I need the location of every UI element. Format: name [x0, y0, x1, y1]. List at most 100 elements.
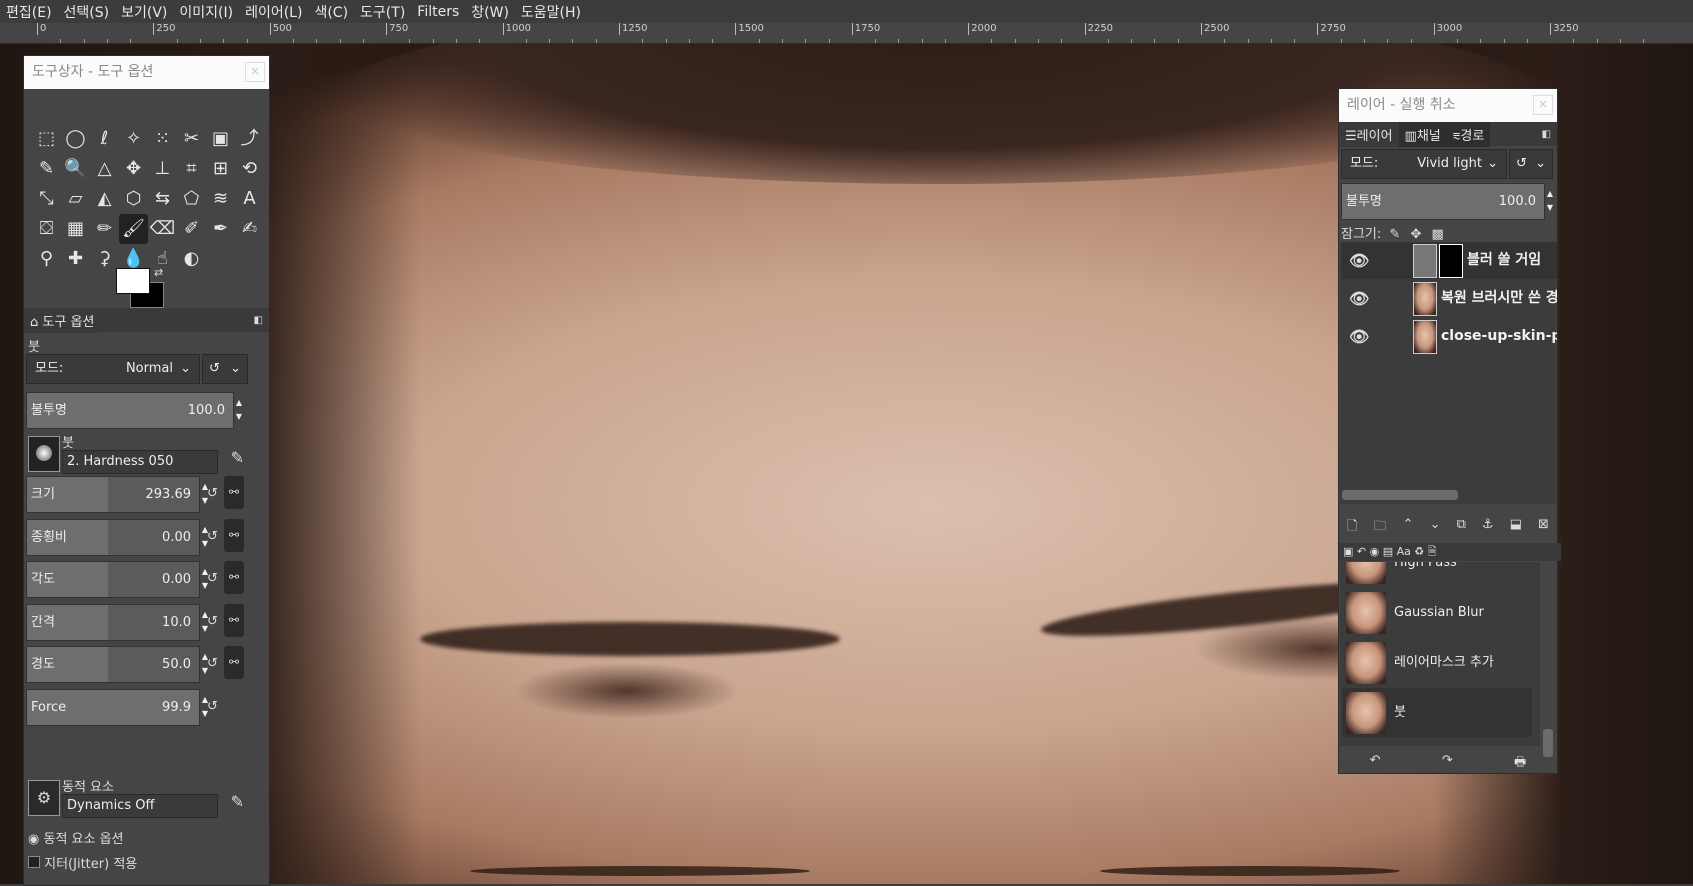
- reset-icon[interactable]: ↺: [207, 656, 218, 671]
- menu-item[interactable]: Filters: [411, 4, 465, 20]
- tab-channels[interactable]: ▥채널: [1398, 121, 1447, 147]
- shear-icon[interactable]: ▱: [61, 184, 90, 214]
- spin-arrows-icon[interactable]: ▲ ▼: [236, 396, 242, 424]
- mypaint-brush-icon[interactable]: ✍: [235, 214, 264, 244]
- warp-icon[interactable]: ≋: [206, 184, 235, 214]
- link-icon[interactable]: ⚯: [224, 603, 244, 637]
- layer-list-scrollbar[interactable]: [1342, 490, 1458, 500]
- menu-item[interactable]: 이미지(I): [173, 2, 239, 22]
- paths-icon[interactable]: ⤴: [235, 124, 264, 154]
- raise-layer-icon[interactable]: ⌃: [1403, 517, 1414, 537]
- opacity-slider[interactable]: 불투명 100.0 ▲ ▼: [26, 392, 242, 429]
- panel-menu-icon[interactable]: ◧: [254, 315, 263, 326]
- reset-icon[interactable]: ↺: [207, 699, 218, 714]
- history-item[interactable]: Gaussian Blur: [1342, 588, 1532, 637]
- slider-0[interactable]: 크기 293.69 ▲ ▼: [26, 476, 208, 513]
- foreground-color-swatch[interactable]: [116, 268, 150, 294]
- dodge-burn-icon[interactable]: ◐: [177, 244, 206, 274]
- move-icon[interactable]: ✥: [119, 154, 148, 184]
- edit-brush-icon[interactable]: ✎: [231, 448, 244, 467]
- eye-icon[interactable]: 👁: [1349, 242, 1369, 279]
- ink-icon[interactable]: ✒: [206, 214, 235, 244]
- new-layer-icon[interactable]: 🗋: [1347, 517, 1357, 537]
- pattern-tab-icon[interactable]: ▤: [1383, 545, 1393, 558]
- 3d-transform-icon[interactable]: ⬡: [119, 184, 148, 214]
- foreground-select-icon[interactable]: ▣: [206, 124, 235, 154]
- measure-icon[interactable]: △: [90, 154, 119, 184]
- slider-2[interactable]: 각도 0.00 ▲ ▼: [26, 561, 208, 598]
- magic-wand-icon[interactable]: ✧: [119, 124, 148, 154]
- clear-history-icon[interactable]: 🖶: [1514, 753, 1526, 771]
- eraser-icon[interactable]: ⌫: [148, 214, 177, 244]
- spin-arrows-icon[interactable]: ▲ ▼: [1547, 187, 1553, 215]
- scissors-icon[interactable]: ✂: [177, 124, 206, 154]
- slider-4[interactable]: 경도 50.0 ▲ ▼: [26, 646, 208, 683]
- panel-menu-icon[interactable]: ◧: [1542, 129, 1551, 140]
- menu-item[interactable]: 도움말(H): [515, 2, 587, 22]
- unified-transform-icon[interactable]: ⊞: [206, 154, 235, 184]
- swap-colors-icon[interactable]: ⇄: [154, 266, 163, 279]
- history-item[interactable]: 레이어마스크 추가: [1342, 638, 1532, 687]
- document-tab-icon[interactable]: 🗎: [1428, 545, 1437, 558]
- slider-1[interactable]: 종횡비 0.00 ▲ ▼: [26, 518, 208, 556]
- undo-history-tab-icon[interactable]: ↶: [1357, 545, 1366, 558]
- horizontal-ruler[interactable]: 0 250 500 750 1000 1250 1500 1750 2000 2250 2500 27…: [0, 23, 1693, 44]
- merge-down-icon[interactable]: ⬓: [1510, 517, 1522, 537]
- layers-title-bar[interactable]: 레이어 - 실행 취소 ×: [1339, 89, 1557, 122]
- layer-row[interactable]: 👁 블러 쓸 거임: [1341, 242, 1557, 279]
- scale-icon[interactable]: ⤡: [32, 184, 61, 214]
- link-icon[interactable]: ⚯: [224, 476, 244, 509]
- brush-name-field[interactable]: 2. Hardness 050: [62, 450, 218, 474]
- perspective-icon[interactable]: ◭: [90, 184, 119, 214]
- close-icon[interactable]: ×: [1533, 95, 1553, 115]
- dynamics-name-field[interactable]: Dynamics Off: [62, 794, 218, 818]
- slider-5[interactable]: Force 99.9 ▲ ▼: [26, 688, 208, 726]
- jitter-checkbox[interactable]: 지터(Jitter) 적용: [28, 853, 137, 872]
- reset-icon[interactable]: ↺: [207, 486, 218, 501]
- rotate-icon[interactable]: ⟲: [235, 154, 264, 184]
- crop-icon[interactable]: ⌗: [177, 154, 206, 184]
- paintbrush-icon[interactable]: 🖌: [119, 214, 148, 244]
- menu-item[interactable]: 색(C): [308, 2, 354, 22]
- menu-item[interactable]: 편집(E): [0, 2, 58, 22]
- dynamics-icon[interactable]: ⚙: [28, 780, 60, 816]
- reset-icon[interactable]: ↺: [207, 571, 218, 586]
- airbrush-icon[interactable]: ✐: [177, 214, 206, 244]
- fg-bg-colors[interactable]: ⇄: [116, 266, 176, 312]
- layer-row[interactable]: 👁 close-up-skin-pore: [1341, 318, 1557, 355]
- color-picker-icon[interactable]: ✎: [32, 154, 61, 184]
- link-icon[interactable]: ⚯: [224, 646, 244, 679]
- history-item[interactable]: High Pass: [1342, 562, 1532, 587]
- undo-icon[interactable]: ↶: [1370, 753, 1381, 771]
- toolbox-title-bar[interactable]: 도구상자 - 도구 옵션 ×: [24, 56, 269, 89]
- duplicate-layer-icon[interactable]: ⧉: [1457, 517, 1466, 537]
- layer-opacity-slider[interactable]: 불투명 100.0 ▲ ▼: [1341, 183, 1553, 220]
- cage-icon[interactable]: ⬠: [177, 184, 206, 214]
- text-icon[interactable]: A: [235, 184, 264, 214]
- delete-layer-icon[interactable]: ⊠: [1538, 517, 1549, 537]
- eye-icon[interactable]: 👁: [1349, 280, 1369, 317]
- perspective-clone-icon[interactable]: ⚳: [90, 244, 119, 274]
- link-icon[interactable]: ⚯: [224, 518, 244, 552]
- lock-pixels-icon[interactable]: ✎: [1389, 227, 1400, 242]
- lock-alpha-icon[interactable]: ▩: [1432, 227, 1444, 242]
- slider-3[interactable]: 간격 10.0 ▲ ▼: [26, 603, 208, 641]
- mode-combo[interactable]: 모드: Normal ⌄: [26, 354, 200, 384]
- zoom-icon[interactable]: 🔍: [61, 154, 90, 184]
- flip-icon[interactable]: ⇆: [148, 184, 177, 214]
- edit-dynamics-icon[interactable]: ✎: [231, 792, 244, 811]
- by-color-select-icon[interactable]: ⁙: [148, 124, 177, 154]
- lasso-icon[interactable]: ℓ: [90, 124, 119, 154]
- pencil-icon[interactable]: ✏: [90, 214, 119, 244]
- link-icon[interactable]: ⚯: [224, 561, 244, 594]
- menu-item[interactable]: 도구(T): [354, 2, 411, 22]
- colors-tab-icon[interactable]: ◉: [1370, 545, 1380, 558]
- reset-icon[interactable]: ↺: [207, 529, 218, 544]
- anchor-icon[interactable]: ⚓: [1482, 517, 1494, 537]
- eye-icon[interactable]: 👁: [1349, 318, 1369, 355]
- menu-item[interactable]: 창(W): [465, 2, 515, 22]
- clone-icon[interactable]: ⚲: [32, 244, 61, 274]
- align-icon[interactable]: ⊥: [148, 154, 177, 184]
- rect-select-icon[interactable]: ⬚: [32, 124, 61, 154]
- menu-item[interactable]: 보기(V): [115, 2, 173, 22]
